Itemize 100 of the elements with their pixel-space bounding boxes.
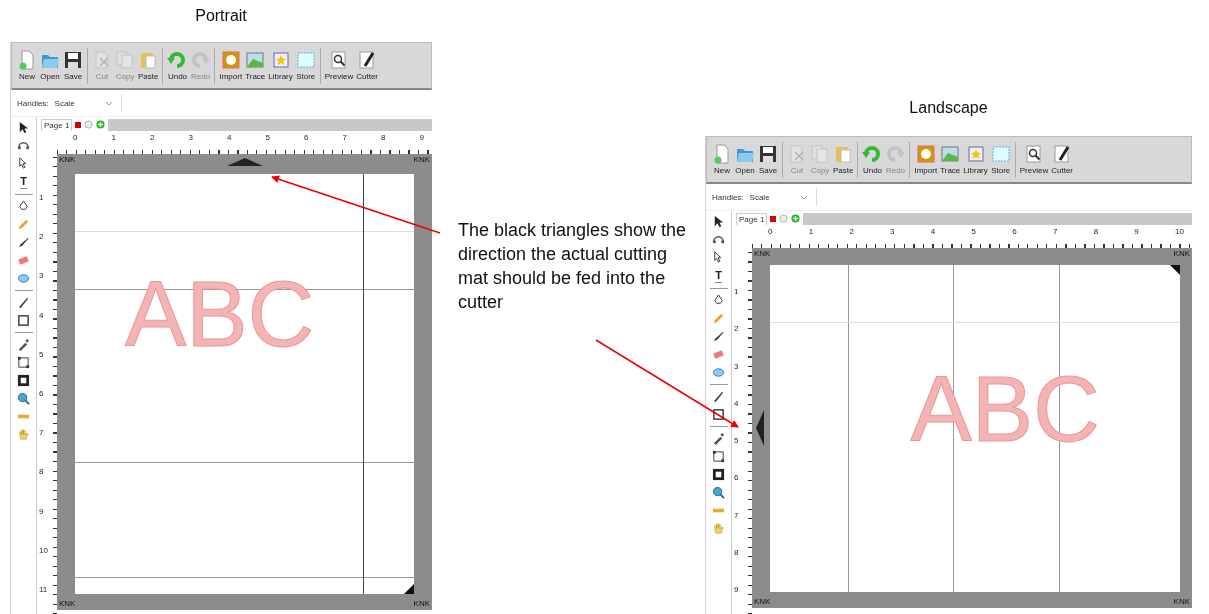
add-icon[interactable] <box>96 120 106 129</box>
panel-title: Portrait <box>195 6 247 26</box>
bezier-icon[interactable] <box>17 356 30 369</box>
ruler-number: 3 <box>734 362 739 371</box>
ruler-number: 5 <box>39 350 44 359</box>
ruler-number: 9 <box>1134 228 1139 238</box>
pointer-icon[interactable] <box>712 215 725 228</box>
annotation-text: The black triangles show the direction the actual cutting mat should be fed into the cutter <box>458 219 688 314</box>
magnifier-icon <box>1023 144 1044 164</box>
rectangle-icon[interactable] <box>712 408 725 421</box>
ruler-number: 3 <box>890 228 895 238</box>
new-page-icon <box>712 144 732 164</box>
brush-icon[interactable] <box>712 330 725 343</box>
ellipse-icon[interactable] <box>712 366 725 379</box>
node-icon[interactable] <box>17 139 30 152</box>
toolbar-button[interactable]: Trace <box>939 144 962 175</box>
toolbar-button[interactable]: Import <box>218 50 244 81</box>
toolbar-button[interactable]: Cutter <box>355 50 379 81</box>
ruler-number: 1 <box>111 134 116 144</box>
ellipse-icon[interactable] <box>17 272 30 285</box>
ruler-number: 2 <box>39 233 44 242</box>
ruler-number: 9 <box>419 134 424 144</box>
toolbar-button[interactable]: Open <box>39 50 61 81</box>
landscape-picture-icon <box>940 144 961 164</box>
ruler-number: 11 <box>39 585 48 594</box>
page-tab[interactable]: Page 1 <box>736 212 768 225</box>
brush-icon[interactable] <box>17 236 30 249</box>
handles-label: Handles: <box>17 98 49 108</box>
ruler-number: 1 <box>39 194 44 202</box>
toolbar-button[interactable]: Open <box>734 144 756 175</box>
ruler-number: 5 <box>734 437 739 445</box>
eyedropper-icon[interactable] <box>17 338 30 351</box>
ruler-number: 8 <box>1093 228 1099 238</box>
toolbar-button[interactable]: Save <box>62 50 84 81</box>
mat-label: KNK <box>413 600 430 608</box>
ruler-number: 1 <box>808 228 814 238</box>
clipboard-icon <box>138 50 159 70</box>
toolbar-button[interactable]: Paste <box>137 50 160 81</box>
toolbar-button[interactable]: Preview <box>1018 144 1050 175</box>
ruler-number: 2 <box>150 134 155 144</box>
toolbar-button[interactable]: Store <box>989 144 1012 175</box>
toolbar-button[interactable]: Store <box>294 50 317 81</box>
ruler-number: 7 <box>1052 228 1058 238</box>
ruler-number: 2 <box>734 325 739 334</box>
toolbar-button[interactable]: Library <box>267 50 294 81</box>
knife-icon[interactable] <box>17 296 30 309</box>
ruler-number: 0 <box>768 228 773 238</box>
ruler-number: 8 <box>734 548 739 557</box>
panel-title: Landscape <box>909 98 988 118</box>
dotted-frame-icon <box>295 50 316 70</box>
corner-marker <box>404 584 414 594</box>
corner-marker <box>1170 265 1180 275</box>
handles-label: Handles: <box>712 192 744 202</box>
ruler-number: 2 <box>849 228 854 238</box>
bezier-icon[interactable] <box>712 450 725 463</box>
mat-label: KNK <box>754 250 771 258</box>
toolbar-button[interactable]: Trace <box>244 50 267 81</box>
eyedropper-icon[interactable] <box>712 432 725 445</box>
ruler-number: 9 <box>734 586 739 594</box>
text-tool[interactable]: T <box>715 269 722 283</box>
add-icon[interactable] <box>791 214 801 223</box>
toolbar-button[interactable]: Library <box>962 144 989 175</box>
zoom-icon[interactable] <box>17 392 30 405</box>
chevron-icon <box>799 194 808 200</box>
ruler-number: 4 <box>227 134 232 144</box>
magnifier-icon <box>328 50 349 70</box>
toolbar-button[interactable]: Cutter <box>1050 144 1074 175</box>
ruler-number: 10 <box>1175 228 1184 238</box>
handles-dropdown[interactable]: Scale <box>52 94 122 112</box>
toolbar-button[interactable]: New <box>16 50 38 81</box>
ruler-number: 3 <box>188 134 193 144</box>
toolbar-button[interactable]: New <box>711 144 733 175</box>
zoom-icon[interactable] <box>712 486 725 499</box>
handles-dropdown[interactable]: Scale <box>747 188 817 206</box>
design-text: ABC <box>124 268 315 360</box>
landscape-picture-icon <box>245 50 266 70</box>
ruler-number: 4 <box>39 311 44 320</box>
mat-label: KNK <box>754 598 771 606</box>
pointer-icon[interactable] <box>17 121 30 134</box>
ruler-number: 6 <box>734 474 739 483</box>
ruler-number: 1 <box>734 288 739 296</box>
node-icon[interactable] <box>712 233 725 246</box>
knife-icon[interactable] <box>712 390 725 403</box>
toolbar-button[interactable]: Undo <box>166 50 189 81</box>
mat-label: KNK <box>59 156 76 164</box>
page-tab[interactable]: Page 1 <box>41 118 73 131</box>
ruler-number: 7 <box>734 511 739 520</box>
mat-label: KNK <box>1173 250 1190 258</box>
text-tool[interactable]: T <box>20 175 27 189</box>
ruler-number: 10 <box>39 546 48 555</box>
toolbar-button[interactable]: Import <box>913 144 939 175</box>
toolbar-button[interactable]: Undo <box>861 144 884 175</box>
toolbar-button[interactable]: Preview <box>323 50 355 81</box>
rectangle-icon[interactable] <box>17 314 30 327</box>
pages-icon <box>115 50 135 70</box>
ruler-number: 6 <box>304 134 309 144</box>
ruler-number: 0 <box>73 134 78 144</box>
curved-arrow-icon <box>862 144 883 164</box>
toolbar-button[interactable]: Save <box>757 144 779 175</box>
toolbar-button[interactable]: Paste <box>832 144 855 175</box>
